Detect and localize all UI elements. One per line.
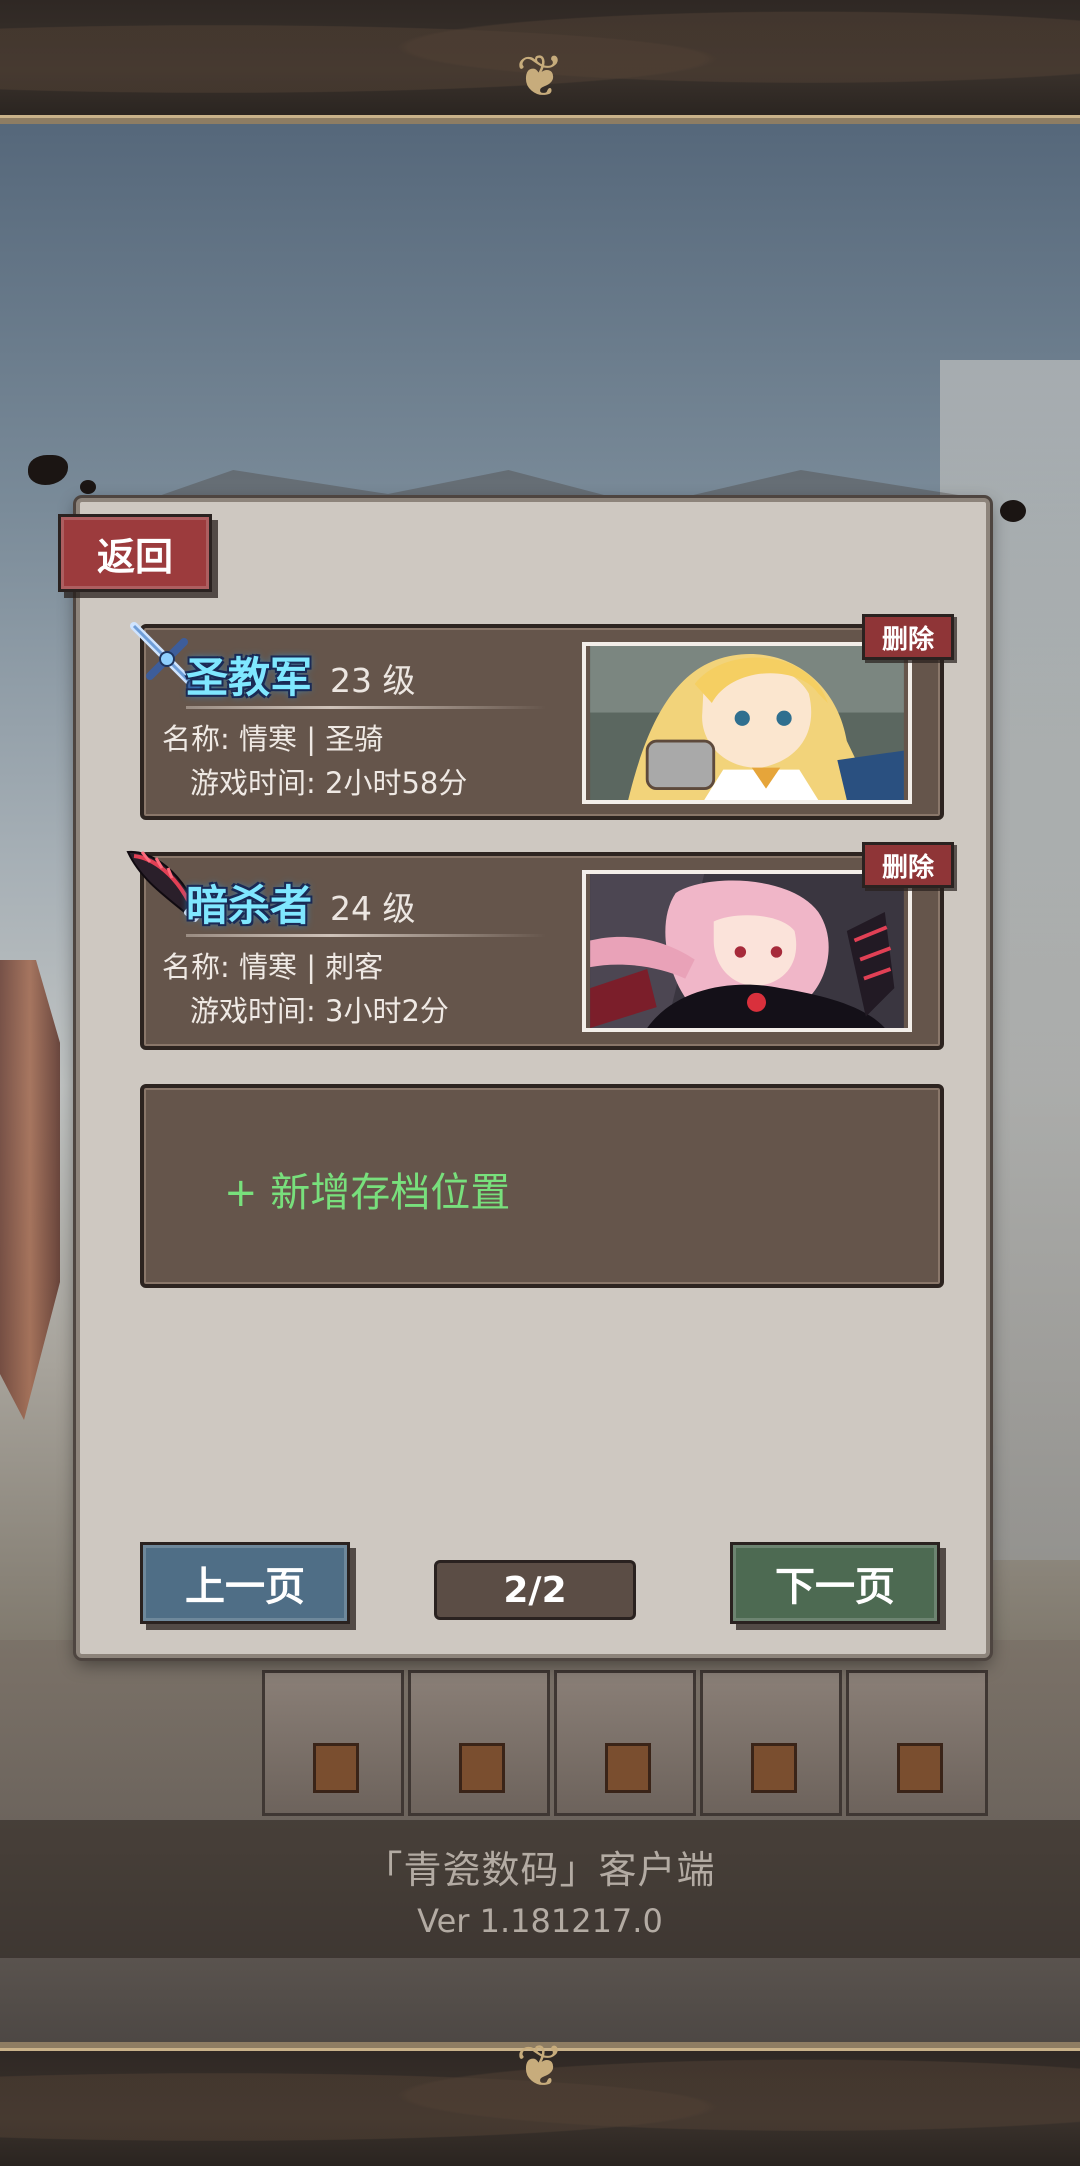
paladin-portrait-image [590,646,904,800]
save-slot-panel: 返回 圣教军 23 级 名称: 情寒 | 圣骑 游戏时间: 2小时58分 删除 … [58,498,990,1658]
previous-page-button[interactable]: 上一页 [140,1542,350,1624]
play-time: 游戏时间: 3小时2分 [190,994,449,1028]
assassin-portrait-image [590,874,904,1028]
save-slot-2[interactable]: 暗杀者 24 级 名称: 情寒 | 刺客 游戏时间: 3小时2分 删除 [126,842,954,1050]
ink-splatter [1000,500,1026,522]
character-level: 23 级 [330,661,416,700]
background-bench [408,1670,550,1816]
add-save-slot-label: + 新增存档位置 [224,1170,511,1216]
page-indicator: 2/2 [434,1560,636,1620]
back-button[interactable]: 返回 [58,514,212,592]
ink-splatter [80,480,96,494]
character-name: 名称: 情寒 | 刺客 [162,950,384,984]
add-save-slot[interactable]: + 新增存档位置 [140,1084,944,1288]
top-ornament-icon: ❦ [515,42,565,110]
background-bench [700,1670,842,1816]
client-name: 「青瓷数码」客户端 [364,1847,716,1892]
divider [186,934,546,937]
character-class: 圣教军 [186,653,313,702]
next-page-button[interactable]: 下一页 [730,1542,940,1624]
version-number: Ver 1.181217.0 [417,1901,663,1940]
delete-button[interactable]: 删除 [862,842,954,888]
background-bench [554,1670,696,1816]
save-slot-1[interactable]: 圣教军 23 级 名称: 情寒 | 圣骑 游戏时间: 2小时58分 删除 [130,614,954,820]
character-level: 24 级 [330,889,416,928]
background-bench [262,1670,404,1816]
divider [186,706,546,709]
character-portrait [582,870,912,1032]
character-name: 名称: 情寒 | 圣骑 [162,722,384,756]
bottom-ornament-icon: ❦ [515,2032,565,2100]
play-time: 游戏时间: 2小时58分 [190,766,468,800]
character-portrait [582,642,912,804]
version-info: 「青瓷数码」客户端 Ver 1.181217.0 [0,1820,1080,1958]
character-class: 暗杀者 [186,881,313,930]
delete-button[interactable]: 删除 [862,614,954,660]
background-bench [846,1670,988,1816]
